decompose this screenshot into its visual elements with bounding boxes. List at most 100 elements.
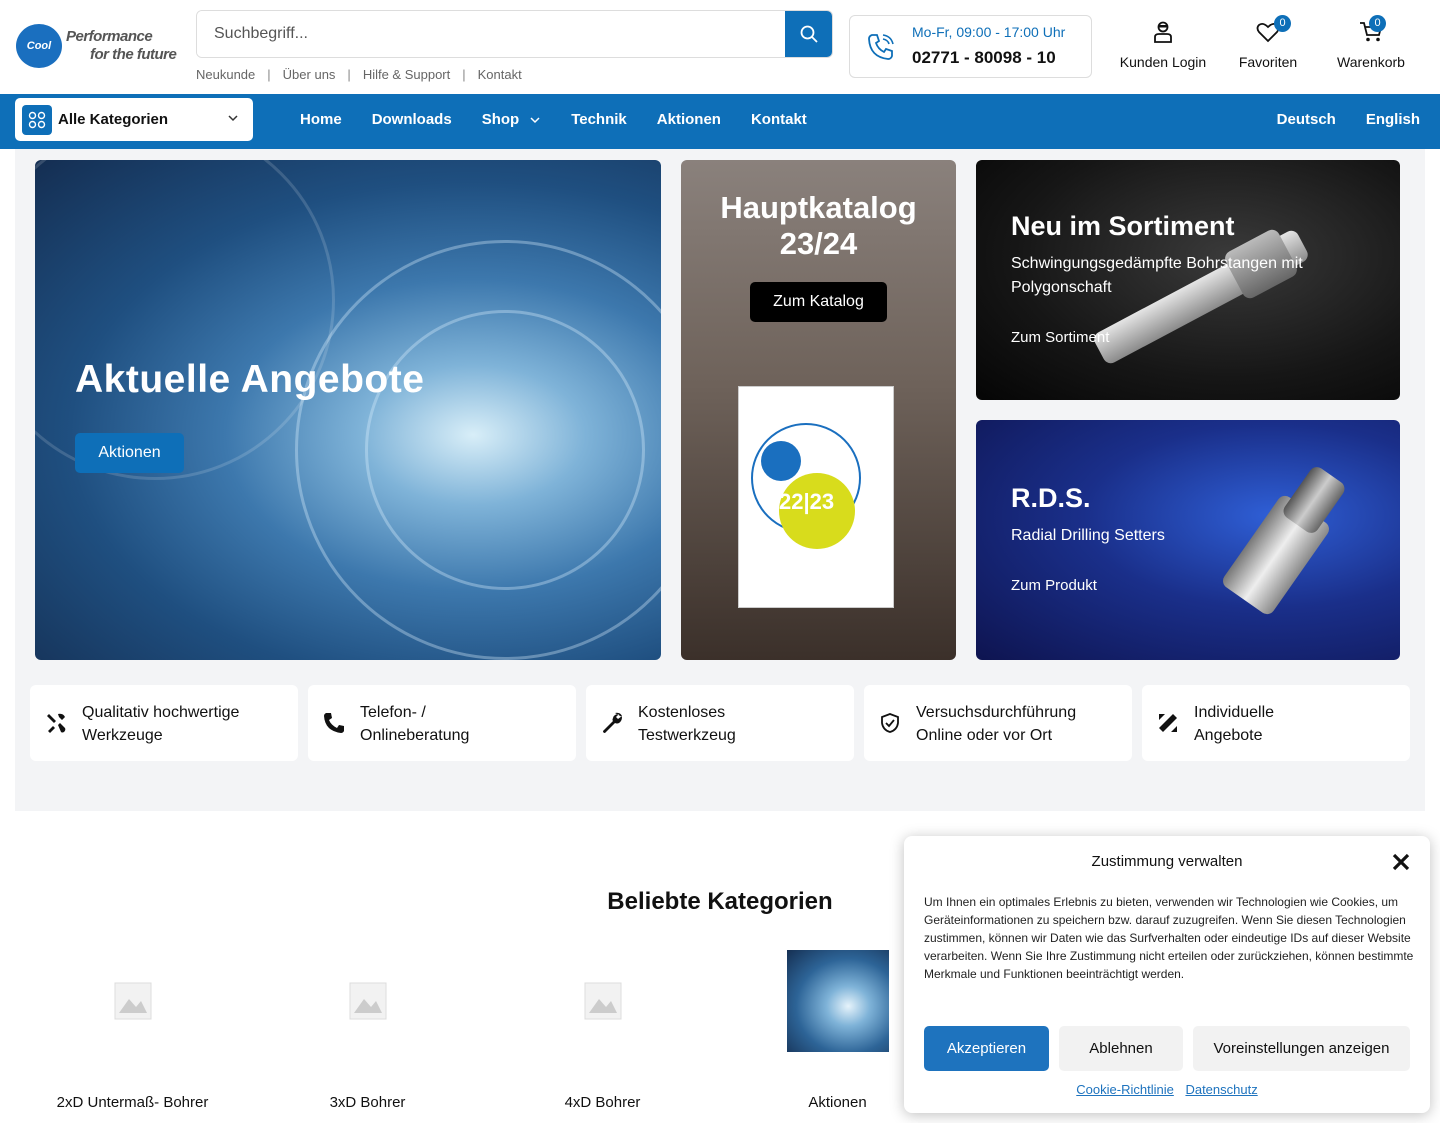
logo-mark: Cool Tool bbox=[16, 24, 62, 96]
banner-text: Schwingungsgedämpfte Bohrstangen mit Pol… bbox=[1011, 255, 1303, 296]
shield-check-icon bbox=[876, 709, 904, 737]
feature-line2: Onlineberatung bbox=[360, 727, 470, 744]
separator: | bbox=[267, 67, 271, 82]
feature-item: Kostenloses Testwerkzeug bbox=[586, 685, 854, 761]
search-input[interactable] bbox=[197, 11, 787, 57]
cookie-consent-dialog: Zustimmung verwalten Um Ihnen ein optima… bbox=[904, 836, 1430, 1113]
consent-links: Cookie-Richtlinie Datenschutz bbox=[904, 1082, 1430, 1097]
logo-tagline-2: for the future bbox=[90, 46, 177, 63]
favorites-label: Favoriten bbox=[1238, 54, 1298, 70]
link-hilfe-support[interactable]: Hilfe & Support bbox=[363, 67, 450, 82]
main-navigation: Alle Kategorien Home Downloads Shop Tech… bbox=[0, 94, 1440, 149]
grid-icon bbox=[22, 105, 52, 135]
category-card[interactable]: 2xD Untermaß- Bohrer bbox=[15, 950, 250, 1111]
cart[interactable]: 0 Warenkorb bbox=[1330, 15, 1412, 70]
category-card[interactable]: 3xD Bohrer bbox=[250, 950, 485, 1111]
phone-number[interactable]: 02771 - 80098 - 10 bbox=[912, 48, 1056, 68]
all-categories-label: Alle Kategorien bbox=[58, 111, 169, 128]
nav-kontakt[interactable]: Kontakt bbox=[751, 111, 807, 128]
phone-contact-box[interactable]: Mo-Fr, 09:00 - 17:00 Uhr 02771 - 80098 -… bbox=[849, 15, 1092, 78]
nav-links: Home Downloads Shop Technik Aktionen Kon… bbox=[300, 111, 807, 128]
separator: | bbox=[462, 67, 466, 82]
banner-title: Neu im Sortiment bbox=[1011, 211, 1235, 241]
feature-item: Individuelle Angebote bbox=[1142, 685, 1410, 761]
feature-line2: Testwerkzeug bbox=[638, 727, 736, 744]
banner-title: Hauptkatalog 23/24 bbox=[681, 190, 956, 262]
close-icon[interactable] bbox=[1390, 851, 1412, 873]
nav-home[interactable]: Home bbox=[300, 111, 342, 128]
category-card[interactable]: 4xD Bohrer bbox=[485, 950, 720, 1111]
zum-sortiment-link[interactable]: Zum Sortiment bbox=[1011, 329, 1109, 346]
nav-shop[interactable]: Shop bbox=[482, 111, 542, 128]
link-kontakt[interactable]: Kontakt bbox=[478, 67, 522, 82]
lathe-ring-decoration bbox=[365, 310, 645, 590]
banner-rds[interactable]: R.D.S. Radial Drilling Setters Zum Produ… bbox=[976, 420, 1400, 660]
cover-logo bbox=[761, 441, 801, 481]
lang-english[interactable]: English bbox=[1366, 111, 1420, 128]
cookie-policy-link[interactable]: Cookie-Richtlinie bbox=[1076, 1082, 1174, 1097]
favorites[interactable]: 0 Favoriten bbox=[1230, 15, 1306, 70]
banner-main-catalog[interactable]: Hauptkatalog 23/24 Zum Katalog 22|23 bbox=[681, 160, 956, 660]
feature-line1: Versuchsdurchführung bbox=[916, 704, 1077, 721]
nav-technik[interactable]: Technik bbox=[571, 111, 627, 128]
cart-count-badge: 0 bbox=[1369, 15, 1386, 32]
cover-year: 22|23 bbox=[779, 489, 835, 514]
site-logo[interactable]: Cool Tool Performance for the future bbox=[16, 22, 181, 96]
decline-button[interactable]: Ablehnen bbox=[1059, 1026, 1183, 1071]
privacy-link[interactable]: Datenschutz bbox=[1185, 1082, 1257, 1097]
banner-current-offers[interactable]: Aktuelle Angebote Aktionen bbox=[35, 160, 661, 660]
site-header: Cool Tool Performance for the future Neu… bbox=[0, 0, 1440, 96]
nav-shop-label: Shop bbox=[481, 111, 520, 128]
category-image bbox=[786, 950, 889, 1052]
link-ueber-uns[interactable]: Über uns bbox=[283, 67, 336, 82]
link-neukunde[interactable]: Neukunde bbox=[196, 67, 255, 82]
category-label: 3xD Bohrer bbox=[329, 1094, 406, 1111]
logo-tagline-1: Performance bbox=[66, 28, 153, 45]
catalog-title-line1: Hauptkatalog bbox=[720, 190, 917, 225]
banner-title: R.D.S. bbox=[1011, 483, 1091, 513]
login-label: Kunden Login bbox=[1119, 54, 1207, 70]
favorites-count-badge: 0 bbox=[1274, 15, 1291, 32]
feature-line2: Werkzeuge bbox=[82, 727, 163, 744]
catalog-title-line2: 23/24 bbox=[779, 226, 858, 261]
consent-title: Zustimmung verwalten bbox=[1091, 853, 1243, 870]
zum-katalog-button[interactable]: Zum Katalog bbox=[750, 282, 887, 322]
separator: | bbox=[347, 67, 351, 82]
user-icon bbox=[1154, 21, 1172, 43]
feature-item: Telefon- / Onlineberatung bbox=[308, 685, 576, 761]
business-hours: Mo-Fr, 09:00 - 17:00 Uhr bbox=[912, 24, 1066, 40]
consent-text: Um Ihnen ein optimales Erlebnis zu biete… bbox=[924, 895, 1414, 981]
search-bar bbox=[196, 10, 833, 58]
accept-button[interactable]: Akzeptieren bbox=[924, 1026, 1049, 1071]
search-icon bbox=[800, 25, 818, 43]
phone-icon bbox=[320, 709, 348, 737]
category-label: 2xD Untermaß- Bohrer bbox=[56, 1094, 209, 1111]
chevron-down-icon bbox=[228, 115, 238, 122]
catalog-cover-image: 22|23 bbox=[738, 386, 894, 608]
feature-line2: Angebote bbox=[1194, 727, 1263, 744]
nav-aktionen[interactable]: Aktionen bbox=[657, 111, 721, 128]
hero-section: Aktuelle Angebote Aktionen Hauptkatalog 2… bbox=[15, 149, 1425, 811]
banner-title: Aktuelle Angebote bbox=[75, 358, 425, 401]
preferences-button[interactable]: Voreinstellungen anzeigen bbox=[1193, 1026, 1410, 1071]
tools-icon bbox=[42, 709, 70, 737]
customer-login[interactable]: Kunden Login bbox=[1117, 18, 1209, 70]
placeholder-image-icon bbox=[82, 950, 184, 1052]
nav-downloads[interactable]: Downloads bbox=[372, 111, 452, 128]
aktionen-button[interactable]: Aktionen bbox=[75, 433, 184, 473]
search-button[interactable] bbox=[785, 11, 832, 57]
feature-line2: Online oder vor Ort bbox=[916, 727, 1053, 744]
feature-line1: Qualitativ hochwertige bbox=[82, 704, 240, 721]
lang-deutsch[interactable]: Deutsch bbox=[1277, 111, 1336, 128]
banner-new-products[interactable]: Neu im Sortiment Schwingungsgedämpfte Bo… bbox=[976, 160, 1400, 400]
feature-line1: Kostenloses bbox=[638, 704, 726, 721]
placeholder-image-icon bbox=[552, 950, 654, 1052]
wrench-icon bbox=[598, 709, 626, 737]
zum-produkt-link[interactable]: Zum Produkt bbox=[1011, 577, 1097, 594]
top-links: Neukunde | Über uns | Hilfe & Support | … bbox=[196, 67, 522, 82]
feature-item: Qualitativ hochwertige Werkzeuge bbox=[30, 685, 298, 761]
lathe-ring-decoration bbox=[35, 160, 335, 480]
all-categories-dropdown[interactable]: Alle Kategorien bbox=[15, 98, 253, 141]
cart-label: Warenkorb bbox=[1337, 54, 1405, 70]
feature-line1: Telefon- / bbox=[360, 704, 426, 721]
